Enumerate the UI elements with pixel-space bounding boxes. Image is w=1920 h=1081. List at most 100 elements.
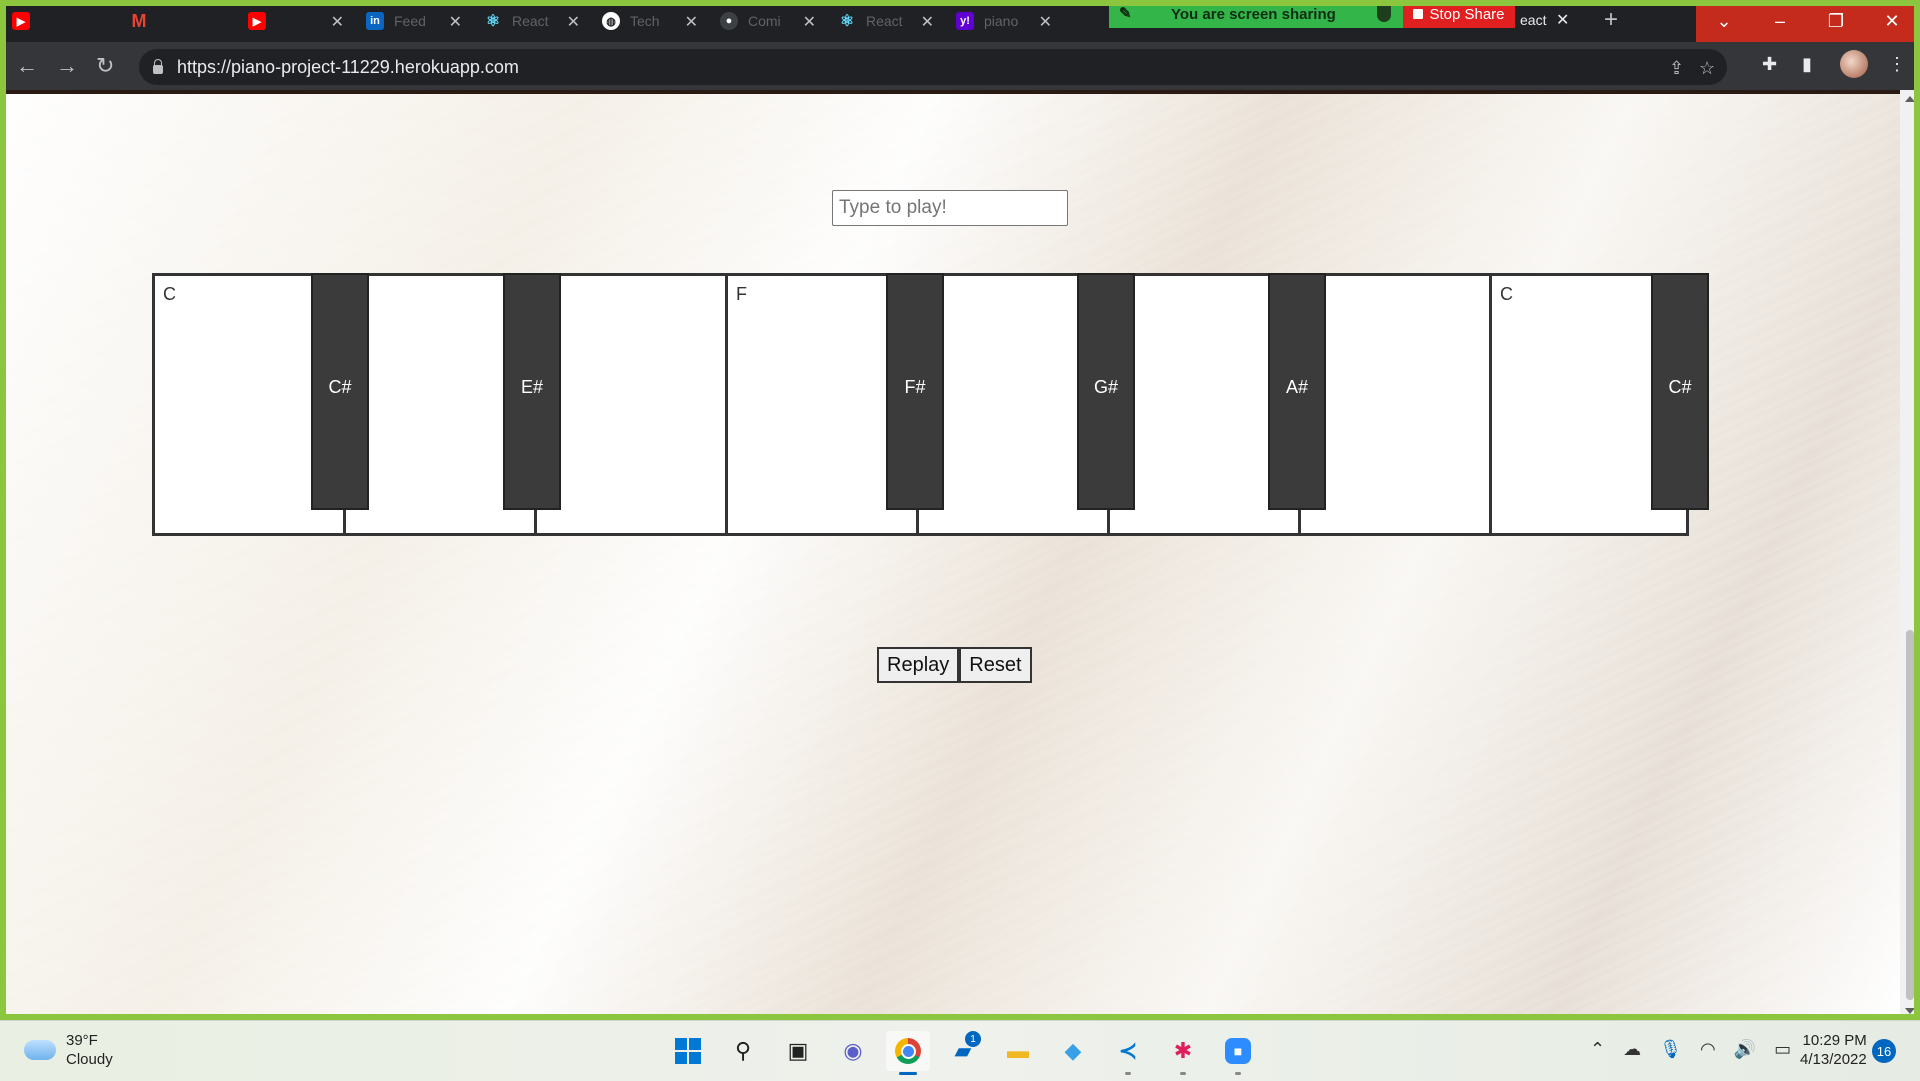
tab-label: piano [984,13,1019,29]
shield-icon [1377,6,1391,22]
volume-icon[interactable]: 🔊 [1734,1039,1756,1060]
white-key-e[interactable] [534,273,725,536]
close-icon[interactable]: ✕ [1556,10,1569,30]
side-panel-icon[interactable]: ▮ [1802,54,1812,75]
close-icon[interactable]: ✕ [1039,12,1052,32]
zoom-button[interactable]: ■ [1216,1031,1260,1075]
black-key-f-sharp[interactable]: F# [886,273,944,510]
tab-react-2[interactable]: ⚛ React ✕ [826,0,944,42]
tab-gmail[interactable]: M [118,0,236,42]
share-icon[interactable]: ⇪ [1669,58,1684,79]
tab-label: React [512,13,549,29]
black-key-c-sharp-high[interactable]: C# [1651,273,1709,510]
star-icon[interactable]: ☆ [1699,58,1715,79]
clock-date: 4/13/2022 [1800,1051,1867,1068]
file-explorer-button[interactable]: ▬ [996,1031,1040,1071]
pencil-icon: ✎ [1119,5,1132,22]
weather-widget[interactable]: 39°F Cloudy [24,1031,113,1069]
screen-sharing-banner: ✎ You are screen sharing [1109,0,1403,28]
close-icon[interactable]: ✕ [331,12,344,32]
black-key-a-sharp[interactable]: A# [1268,273,1326,510]
back-arrow-icon[interactable]: ← [16,54,38,78]
running-indicator [1125,1072,1131,1075]
page-scrollbar[interactable] [1900,90,1920,1020]
tab-yahoo[interactable]: y! piano ✕ [944,0,1062,42]
cloud-icon [24,1040,56,1060]
url-text[interactable]: https://piano-project-11229.herokuapp.co… [177,57,519,78]
lock-icon[interactable] [153,58,163,74]
task-view-button[interactable]: ▣ [776,1031,820,1071]
new-tab-button[interactable]: + [1604,6,1618,34]
chat-button[interactable]: ◉ [831,1031,875,1071]
avatar[interactable] [1840,50,1868,78]
close-icon[interactable]: ✕ [803,12,816,32]
reload-icon[interactable]: ↻ [96,54,114,78]
app-button[interactable]: ◆ [1051,1031,1095,1071]
tab-react-1[interactable]: ⚛ React ✕ [472,0,590,42]
menu-dots-icon[interactable]: ⋮ [1888,54,1906,75]
piano-page: C F C C# E# F# G# A# C# Replay Reset [6,90,1900,1020]
clock[interactable]: 10:29 PM 4/13/2022 [1800,1031,1867,1069]
microphone-icon[interactable]: 🎙 [1659,1039,1682,1060]
forward-arrow-icon[interactable]: → [56,54,78,78]
tab-linkedin[interactable]: in Feed ✕ [354,0,472,42]
white-key-b[interactable] [1298,273,1489,536]
close-icon[interactable]: ✕ [567,12,580,32]
wifi-icon[interactable]: ◠ [1700,1039,1716,1060]
tab-label: React [866,13,903,29]
minimize-button[interactable]: – [1752,0,1808,42]
close-window-button[interactable]: ✕ [1864,0,1920,42]
controls-row: Replay Reset [877,647,1032,683]
tab-youtube-2[interactable]: ▶ ✕ [236,0,354,42]
reset-button[interactable]: Reset [959,647,1032,683]
black-key-c-sharp[interactable]: C# [311,273,369,510]
close-icon[interactable]: ✕ [685,12,698,32]
running-indicator [1180,1072,1186,1075]
black-key-g-sharp[interactable]: G# [1077,273,1135,510]
stop-share-button[interactable]: Stop Share [1403,0,1515,28]
black-key-e-sharp[interactable]: E# [503,273,561,510]
start-button[interactable] [666,1031,710,1071]
slack-icon: ✱ [1173,1038,1193,1063]
scrollbar-thumb[interactable] [1906,630,1914,1000]
battery-icon[interactable]: ▭ [1774,1039,1791,1060]
active-indicator [899,1072,917,1075]
tab-search-button[interactable]: ⌄ [1696,0,1752,42]
taskbar-apps: ⚲ ▣ ◉ ▰ 1 ▬ ◆ ≺ ✱ ■ [666,1031,1271,1075]
replay-button[interactable]: Replay [877,647,960,683]
youtube-icon: ▶ [12,12,30,30]
white-key-label: C [163,284,176,304]
temperature: 39°F [66,1032,98,1049]
type-to-play-input[interactable] [832,190,1068,226]
search-button[interactable]: ⚲ [721,1031,765,1071]
close-icon[interactable]: ✕ [921,12,934,32]
linkedin-icon: in [366,12,384,30]
teams-button[interactable]: ▰ 1 [941,1031,985,1071]
browser-toolbar: ← → ↻ https://piano-project-11229.heroku… [0,42,1920,90]
tab-label: Comi [748,13,781,29]
tab-youtube-1[interactable]: ▶ [0,0,118,42]
scroll-down-icon[interactable] [1905,1008,1915,1014]
search-icon: ⚲ [734,1038,752,1063]
close-icon[interactable]: ✕ [449,12,462,32]
tab-github[interactable]: ● Comi ✕ [708,0,826,42]
white-key-label: F [736,284,747,304]
extensions-icon[interactable]: ✚ [1762,54,1777,75]
weather-text: 39°F Cloudy [66,1031,113,1069]
clock-time: 10:29 PM [1802,1032,1867,1049]
tab-tech[interactable]: ◍ Tech ✕ [590,0,708,42]
restore-button[interactable]: ❐ [1808,0,1864,42]
stop-share-label: Stop Share [1429,5,1505,23]
onedrive-icon[interactable]: ☁ [1623,1039,1641,1060]
chevron-up-icon[interactable]: ⌃ [1590,1039,1605,1060]
white-key-label: C [1500,284,1513,304]
notification-count-badge[interactable]: 16 [1872,1039,1896,1063]
slack-button[interactable]: ✱ [1161,1031,1205,1075]
vscode-button[interactable]: ≺ [1106,1031,1150,1075]
tab-label: Tech [630,13,660,29]
address-bar[interactable]: https://piano-project-11229.herokuapp.co… [139,49,1727,85]
tab-last-label[interactable]: eact [1520,12,1546,28]
scroll-up-icon[interactable] [1905,96,1915,102]
chrome-taskbar-button[interactable] [886,1031,930,1075]
page-top-border [6,90,1900,94]
